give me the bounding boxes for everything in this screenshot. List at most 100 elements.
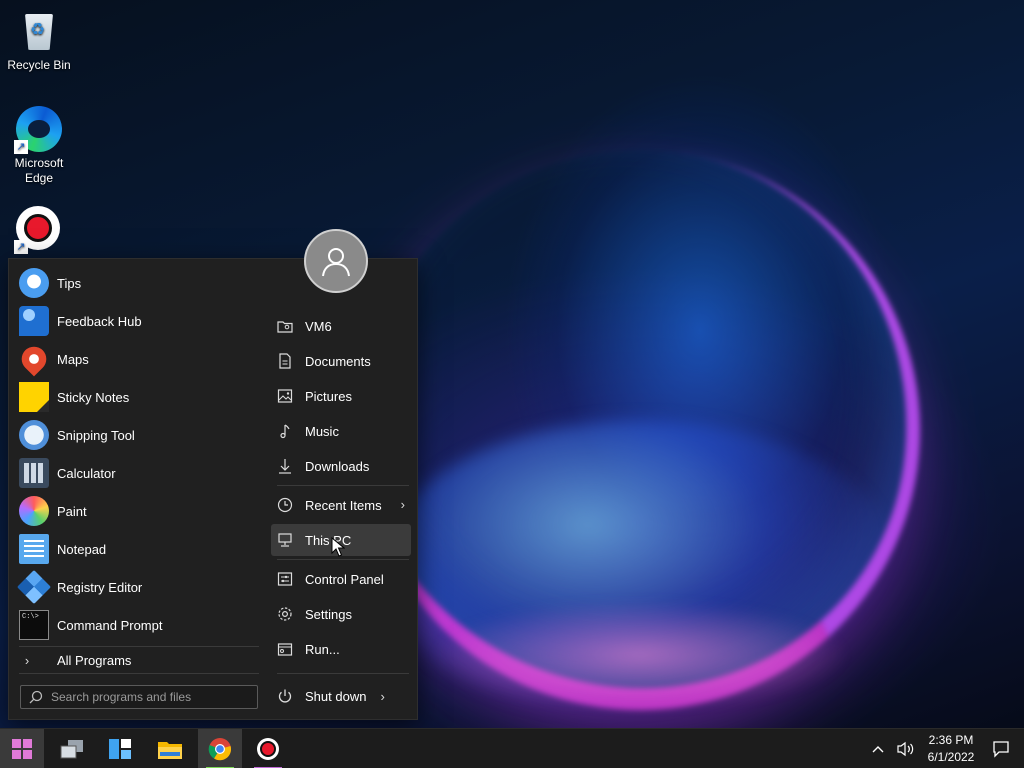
search-input[interactable] (51, 690, 251, 704)
place-item-vm6[interactable]: VM6 (271, 310, 411, 342)
place-label: Documents (305, 353, 371, 369)
task-view-icon (60, 740, 83, 759)
user-folder-icon (277, 318, 293, 334)
place-label: VM6 (305, 318, 332, 334)
desktop-icon-recycle-bin[interactable]: ♻ Recycle Bin (4, 8, 74, 73)
app-label: Paint (57, 503, 87, 519)
place-label: Control Panel (305, 571, 384, 587)
computer-icon (277, 532, 293, 548)
maps-icon (16, 341, 52, 377)
widgets-button[interactable] (98, 729, 142, 768)
place-item-recent-items[interactable]: Recent Items › (271, 489, 411, 521)
clock-date: 6/1/2022 (927, 750, 975, 764)
divider (277, 559, 409, 560)
shortcut-arrow-icon: ↗ (14, 140, 28, 154)
place-item-control-panel[interactable]: Control Panel (271, 563, 411, 595)
desktop-icon-label: Microsoft Edge (14, 156, 64, 185)
registry-editor-icon (17, 570, 51, 604)
widgets-icon (109, 739, 131, 759)
screen-recorder-taskbar-button[interactable] (246, 729, 290, 768)
place-label: Music (305, 423, 339, 439)
notifications-button[interactable] (992, 729, 1010, 768)
app-label: Calculator (57, 465, 116, 481)
place-label: Recent Items (305, 497, 382, 513)
place-item-downloads[interactable]: Downloads (271, 450, 411, 482)
notification-icon (993, 741, 1009, 758)
place-label: Downloads (305, 458, 370, 474)
taskbar-clock[interactable]: 2:36 PM 6/1/2022 (918, 732, 984, 766)
document-icon (277, 353, 293, 369)
chevron-up-icon (872, 746, 884, 753)
shortcut-arrow-icon: ↗ (14, 240, 28, 254)
app-label: Feedback Hub (57, 313, 142, 329)
picture-icon (277, 388, 293, 404)
desktop-icon-label: Recycle Bin (7, 58, 71, 72)
user-icon (322, 248, 350, 277)
place-item-music[interactable]: Music (271, 415, 411, 447)
app-item-notepad[interactable]: Notepad (9, 530, 264, 568)
volume-button[interactable] (896, 729, 916, 768)
app-item-registry-editor[interactable]: Registry Editor (9, 568, 264, 606)
desktop-icon-edge[interactable]: ↗ Microsoft Edge (4, 106, 74, 186)
speaker-icon (897, 741, 914, 757)
divider (19, 646, 259, 647)
mouse-cursor-icon (331, 537, 345, 557)
tips-icon (19, 268, 49, 298)
divider (19, 673, 259, 674)
chrome-button[interactable] (198, 729, 242, 768)
music-note-icon (277, 423, 293, 439)
show-hidden-icons-button[interactable] (872, 729, 884, 768)
app-item-paint[interactable]: Paint (9, 492, 264, 530)
calculator-icon (19, 458, 49, 488)
app-item-snipping-tool[interactable]: Snipping Tool (9, 416, 264, 454)
command-prompt-icon (19, 610, 49, 640)
all-programs-button[interactable]: › All Programs (19, 648, 259, 672)
chevron-right-icon: › (24, 652, 30, 668)
file-explorer-button[interactable] (148, 729, 192, 768)
all-programs-label: All Programs (57, 652, 132, 668)
place-item-settings[interactable]: Settings (271, 598, 411, 630)
place-label: Pictures (305, 388, 352, 404)
paint-icon (19, 496, 49, 526)
place-label: Run... (305, 641, 340, 657)
app-label: Snipping Tool (57, 427, 135, 443)
search-box[interactable] (20, 685, 258, 709)
taskbar: 2:36 PM 6/1/2022 (0, 728, 1024, 768)
start-button[interactable] (0, 729, 44, 768)
place-item-pictures[interactable]: Pictures (271, 380, 411, 412)
app-item-tips[interactable]: Tips (9, 264, 264, 302)
app-item-command-prompt[interactable]: Command Prompt (9, 606, 264, 644)
chevron-right-icon[interactable]: › (380, 689, 384, 704)
shut-down-button[interactable]: Shut down › (277, 681, 385, 711)
task-view-button[interactable] (50, 729, 94, 768)
app-item-sticky-notes[interactable]: Sticky Notes (9, 378, 264, 416)
app-label: Tips (57, 275, 82, 291)
control-panel-icon (277, 571, 293, 587)
start-menu-app-list: Tips Feedback Hub Maps Sticky Notes Snip… (9, 259, 264, 719)
clock-time: 2:36 PM (928, 733, 974, 747)
file-explorer-icon (158, 742, 182, 759)
screen-recorder-icon: ↗ (14, 206, 62, 254)
download-icon (277, 458, 293, 474)
app-label: Maps (57, 351, 89, 367)
search-icon (29, 690, 43, 704)
app-label: Command Prompt (57, 617, 163, 633)
place-item-documents[interactable]: Documents (271, 345, 411, 377)
run-icon (277, 641, 293, 657)
start-menu-places: VM6 Documents Pictures Music Downloads R… (271, 259, 419, 719)
app-item-maps[interactable]: Maps (9, 340, 264, 378)
desktop-icon-screen-recorder[interactable]: ↗ (4, 206, 74, 256)
sticky-notes-icon (19, 382, 49, 412)
gear-icon (277, 606, 293, 622)
edge-icon: ↗ (14, 106, 62, 154)
app-item-calculator[interactable]: Calculator (9, 454, 264, 492)
app-label: Notepad (57, 541, 107, 557)
place-item-run[interactable]: Run... (271, 633, 411, 665)
user-avatar[interactable] (304, 229, 368, 293)
start-menu: Tips Feedback Hub Maps Sticky Notes Snip… (8, 258, 418, 720)
notepad-icon (19, 534, 49, 564)
power-icon (277, 688, 293, 704)
snipping-tool-icon (19, 420, 49, 450)
app-item-feedback-hub[interactable]: Feedback Hub (9, 302, 264, 340)
app-label: Registry Editor (57, 579, 143, 595)
